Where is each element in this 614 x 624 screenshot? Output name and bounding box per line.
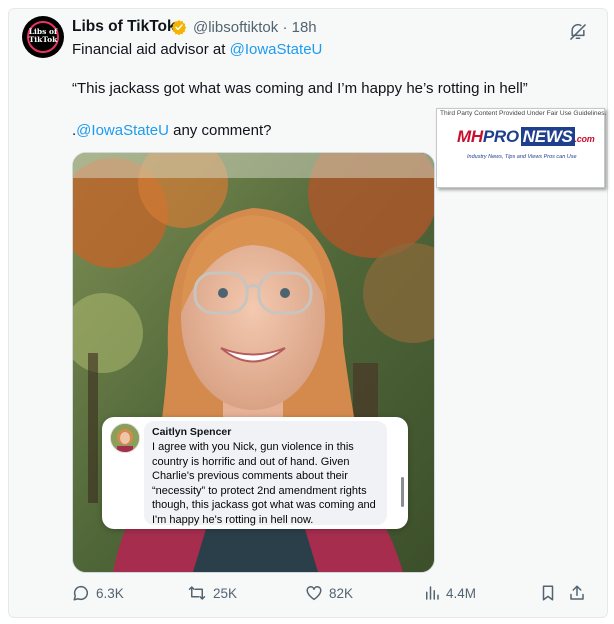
reply-count: 6.3K	[96, 585, 124, 601]
like-icon	[306, 586, 322, 601]
logo-pro: PRO	[482, 127, 519, 146]
comment-scrollbar	[401, 477, 404, 507]
avatar-text: Libs of TikTok	[28, 27, 58, 44]
share-icon	[570, 585, 584, 600]
commenter-avatar-image	[111, 424, 139, 452]
line1-prefix: Financial aid advisor at	[72, 41, 230, 58]
repost-icon	[188, 586, 206, 600]
reply-icon	[73, 585, 89, 601]
post-time[interactable]: 18h	[292, 19, 317, 36]
watermark-caption: Third Party Content Provided Under Fair …	[440, 110, 607, 117]
logo-com: .com	[574, 134, 595, 144]
logo-news: NEWS	[520, 127, 575, 146]
comment-text: I agree with you Nick, gun violence in t…	[152, 441, 376, 526]
views-button[interactable]: 4.4M	[424, 580, 476, 606]
mute-icon[interactable]	[568, 22, 588, 42]
comment-bubble: Caitlyn Spencer I agree with you Nick, g…	[144, 421, 387, 526]
author-avatar[interactable]: Libs of TikTok	[22, 16, 64, 58]
verified-badge-icon	[171, 20, 187, 35]
repost-count: 25K	[213, 585, 238, 601]
views-count: 4.4M	[446, 585, 477, 601]
mhpronews-watermark: Third Party Content Provided Under Fair …	[436, 108, 607, 188]
bookmark-button[interactable]	[540, 580, 562, 606]
mention-link-2[interactable]: @IowaStateU	[76, 122, 169, 139]
repost-button[interactable]: 25K	[187, 580, 237, 606]
action-bar: 6.3K 25K 82K 4.4M	[72, 580, 592, 608]
comment-suffix: any comment?	[168, 122, 272, 139]
author-handle[interactable]: @libsoftiktok	[193, 19, 278, 36]
separator: ·	[282, 19, 288, 36]
watermark-tagline: Industry News, Tips and Views Pros can U…	[467, 154, 577, 160]
like-button[interactable]: 82K	[305, 580, 353, 606]
logo-mh: MH	[457, 127, 483, 146]
reply-button[interactable]: 6.3K	[72, 580, 124, 606]
share-button[interactable]	[568, 580, 592, 606]
mhpronews-logo: MHPRO NEWS .com	[457, 127, 595, 147]
post-comment-line: .@IowaStateU any comment?	[72, 122, 272, 139]
author-handle-time[interactable]: @libsoftiktok · 18h	[193, 19, 317, 36]
post-text-line1: Financial aid advisor at @IowaStateU	[72, 41, 322, 58]
commenter-name: Caitlyn Spencer	[152, 426, 232, 438]
post-quote: “This jackass got what was coming and I’…	[72, 80, 528, 97]
comment-overlay: Caitlyn Spencer I agree with you Nick, g…	[102, 417, 408, 529]
author-name[interactable]: Libs of TikTok	[72, 18, 176, 36]
bookmark-icon	[542, 585, 554, 601]
commenter-avatar	[110, 423, 140, 453]
mention-link[interactable]: @IowaStateU	[230, 41, 323, 58]
views-icon	[426, 586, 439, 600]
like-count: 82K	[329, 585, 354, 601]
